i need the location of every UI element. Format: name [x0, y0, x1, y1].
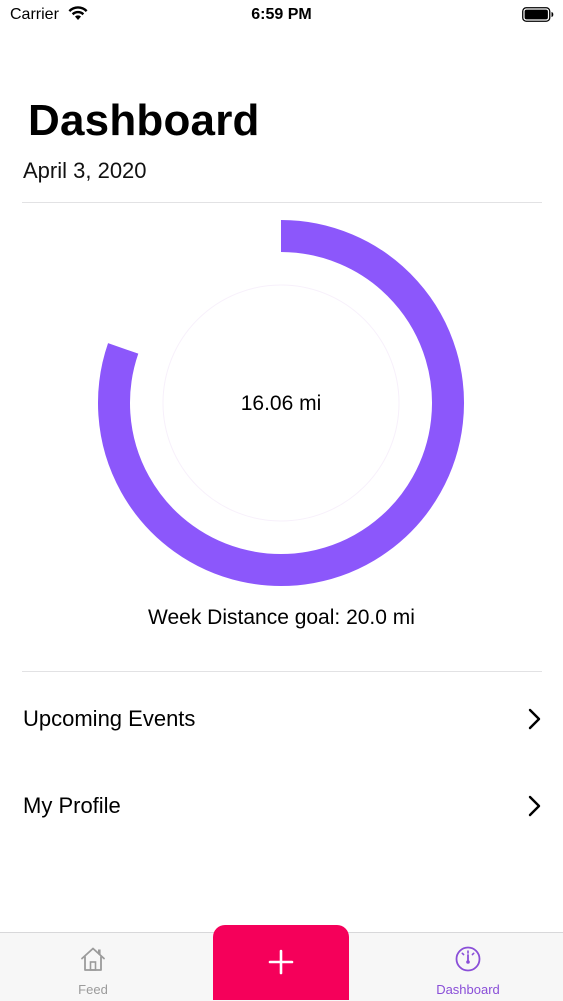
ring-value-label: 16.06 mi: [240, 392, 322, 415]
my-profile-row[interactable]: My Profile: [0, 776, 563, 836]
weekly-goal-label: Week Distance goal: 20.0 mi: [148, 606, 415, 629]
distance-progress-ring: [98, 220, 464, 586]
add-button[interactable]: [213, 925, 349, 1000]
upcoming-events-label: Upcoming Events: [23, 706, 196, 731]
tab-feed[interactable]: Feed: [23, 933, 163, 1001]
menu-divider: [22, 671, 542, 672]
home-icon: [81, 947, 105, 971]
tab-dashboard[interactable]: Dashboard: [398, 933, 538, 1001]
chevron-right-icon: [528, 795, 541, 817]
tab-feed-label: Feed: [78, 982, 108, 997]
plus-icon: [268, 949, 294, 975]
upcoming-events-row[interactable]: Upcoming Events: [0, 689, 563, 749]
tab-dashboard-label: Dashboard: [436, 982, 500, 997]
my-profile-label: My Profile: [23, 793, 121, 818]
gauge-icon: [455, 946, 481, 972]
chevron-right-icon: [528, 708, 541, 730]
